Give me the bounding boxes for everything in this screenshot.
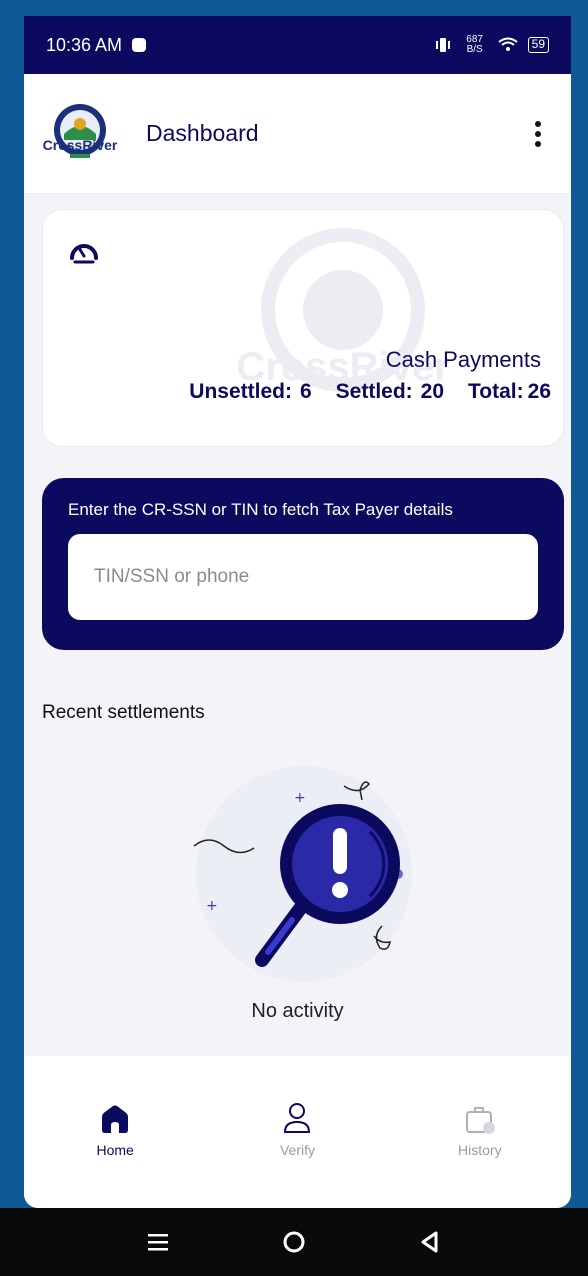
empty-state-magnifier-icon: + + [193,766,412,982]
frame-border [0,0,588,16]
app-header: CrossRiver Dashboard [24,74,571,194]
cash-payments-heading: Cash Payments [385,347,541,372]
nav-verify-label: Verify [279,1142,315,1158]
vibrate-icon [435,38,450,52]
logo-text: CrossRiver [43,137,118,153]
unsettled-label: Unsettled: [189,380,292,403]
back-triangle-icon[interactable] [417,1229,443,1255]
home-icon [102,1105,129,1133]
recents-menu-icon[interactable] [145,1229,171,1255]
menu-dot [535,140,541,147]
menu-dot [535,120,541,127]
settled-value: 20 [420,380,445,403]
battery-icon: 59 [527,37,549,53]
total-stat: Total: 26 [468,380,551,404]
nav-verify[interactable]: Verify [237,1102,357,1158]
payment-stats: Unsettled: 6 Settled: 20 Total: 26 [189,380,551,404]
overflow-menu-button[interactable] [523,115,553,153]
nav-history[interactable]: History [420,1102,540,1158]
svg-text:+: + [206,898,218,914]
search-prompt: Enter the CR-SSN or TIN to fetch Tax Pay… [68,500,453,519]
notification-icon [132,38,147,52]
nav-home[interactable]: Home [55,1102,175,1158]
svg-text:+: + [294,790,306,806]
wifi-icon [498,37,518,51]
status-right: 687 B/S 59 [434,35,549,55]
status-bar: 10:36 AM 687 B/S 59 [24,16,571,74]
cash-payments-card: CrossRiver Cash Payments Unsettled: 6 Set… [42,209,564,447]
settled-label: Settled: [335,380,413,403]
bottom-nav: Home Verify History [24,1056,571,1208]
home-circle-icon[interactable] [281,1229,307,1255]
briefcase-clock-icon [465,1107,495,1134]
taxpayer-search-input[interactable] [68,534,538,620]
nav-history-label: History [458,1142,502,1158]
menu-dot [535,130,541,137]
phone-screen: 10:36 AM 687 B/S 59 CrossRiver Dashboard [24,16,571,1208]
page-title: Dashboard [146,120,259,146]
empty-state-text: No activity [251,1000,344,1022]
speedometer-icon [70,244,98,264]
recent-settlements-heading: Recent settlements [42,702,205,723]
net-speed: 687 B/S [466,34,483,55]
crossriver-logo: CrossRiver [43,103,118,158]
unsettled-value: 6 [299,380,312,403]
status-time: 10:36 AM [46,34,123,55]
total-value: 26 [527,380,551,403]
system-nav-bar [0,1208,588,1276]
unsettled-stat: Unsettled: 6 [189,380,311,404]
settled-stat: Settled: 20 [336,380,444,404]
total-label: Total: [468,380,524,403]
user-icon [284,1103,311,1133]
nav-home-label: Home [96,1142,134,1158]
taxpayer-search-panel: Enter the CR-SSN or TIN to fetch Tax Pay… [42,478,564,650]
